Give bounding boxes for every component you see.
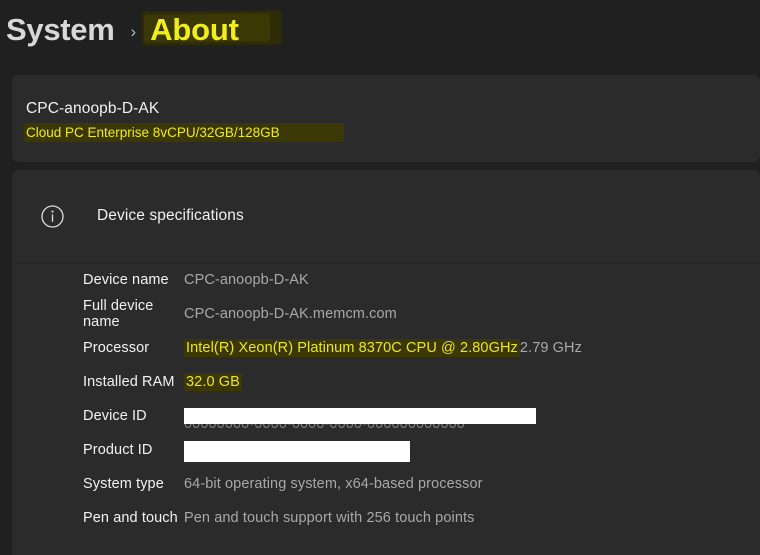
- device-specifications-title: Device specifications: [97, 207, 244, 224]
- spec-row-product-id: Product ID: [12, 433, 760, 467]
- device-summary-card: CPC-anoopb-D-AK Cloud PC Enterprise 8vCP…: [12, 75, 760, 162]
- spec-label: System type: [83, 476, 164, 492]
- spec-row-installed-ram: Installed RAM 32.0 GB: [12, 365, 760, 399]
- spec-row-device-id: Device ID 00000000-0000-0000-0000-000000…: [12, 399, 760, 433]
- spec-value: Pen and touch support with 256 touch poi…: [184, 510, 475, 526]
- device-subtitle-wrap: Cloud PC Enterprise 8vCPU/32GB/128GB: [24, 123, 344, 142]
- spec-label: Device ID: [83, 408, 147, 424]
- spec-row-system-type: System type 64-bit operating system, x64…: [12, 467, 760, 501]
- spec-label: Device name: [83, 272, 169, 288]
- device-sku-label: Cloud PC Enterprise 8vCPU/32GB/128GB: [26, 125, 280, 140]
- spec-row-full-device-name: Full device name CPC-anoopb-D-AK.memcm.c…: [12, 297, 760, 331]
- spec-value: 64-bit operating system, x64-based proce…: [184, 476, 483, 492]
- device-name-heading: CPC-anoopb-D-AK: [26, 100, 160, 117]
- redaction-bar: [184, 441, 410, 462]
- breadcrumb-current-wrap: About: [142, 10, 283, 48]
- breadcrumb-system-link[interactable]: System: [6, 12, 115, 48]
- page-title: About: [150, 12, 239, 47]
- spec-label: Full device name: [83, 298, 154, 330]
- spec-value: Intel(R) Xeon(R) Platinum 8370C CPU @ 2.…: [184, 339, 520, 357]
- spec-row-pen-and-touch: Pen and touch Pen and touch support with…: [12, 501, 760, 535]
- breadcrumb: System › About: [0, 0, 283, 60]
- chevron-right-icon: ›: [130, 22, 137, 41]
- spec-label: Pen and touch: [83, 510, 178, 526]
- device-specifications-body: Device name CPC-anoopb-D-AK Full device …: [12, 263, 760, 555]
- spec-value-group: Intel(R) Xeon(R) Platinum 8370C CPU @ 2.…: [184, 339, 582, 357]
- info-circle-icon: [40, 204, 65, 229]
- redaction-bar: [184, 408, 536, 424]
- spec-value: CPC-anoopb-D-AK: [184, 272, 309, 288]
- spec-value: CPC-anoopb-D-AK.memcm.com: [184, 306, 397, 322]
- spec-row-device-name: Device name CPC-anoopb-D-AK: [12, 263, 760, 297]
- device-specifications-card[interactable]: Device specifications Device name CPC-an…: [12, 170, 760, 555]
- spec-label: Product ID: [83, 442, 153, 458]
- spec-label: Processor: [83, 340, 150, 356]
- spec-value: 32.0 GB: [184, 373, 242, 391]
- spec-value-clock-speed: 2.79 GHz: [519, 340, 582, 356]
- spec-row-processor: Processor Intel(R) Xeon(R) Platinum 8370…: [12, 331, 760, 365]
- spec-label: Installed RAM: [83, 374, 175, 390]
- device-specifications-header[interactable]: Device specifications: [12, 170, 760, 262]
